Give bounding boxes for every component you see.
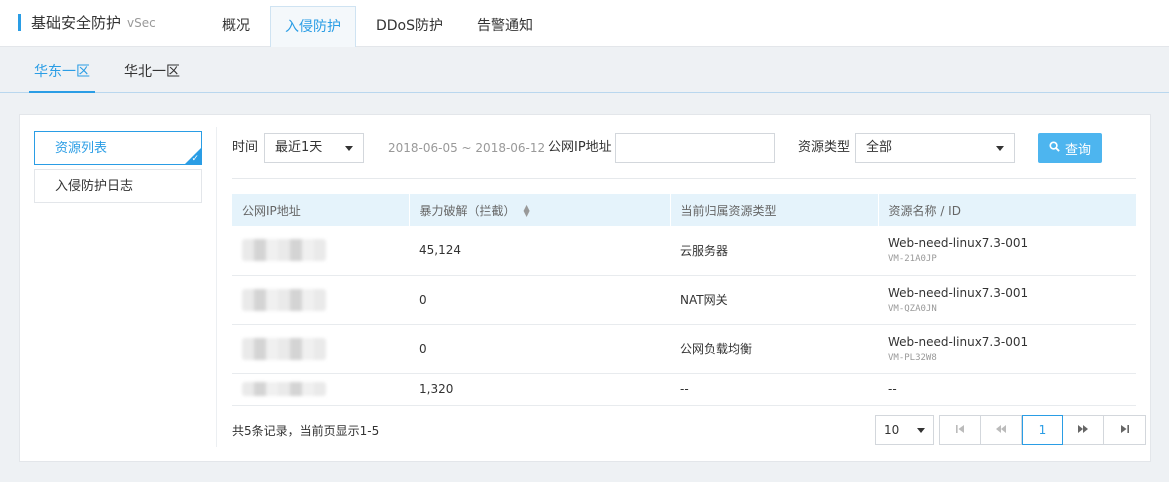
cell-type: NAT网关	[670, 275, 878, 325]
first-page-button[interactable]	[940, 416, 981, 444]
cell-resource: Web-need-linux7.3-001 VM-PL32W8	[878, 324, 1136, 374]
region-tabs: 华东一区 华北一区	[0, 47, 1169, 93]
top-bar: 基础安全防护 vSec 概况 入侵防护 DDoS防护 告警通知	[0, 0, 1169, 48]
region-tab-north-1[interactable]: 华北一区	[119, 47, 185, 93]
tab-intrusion-protection[interactable]: 入侵防护	[270, 6, 356, 48]
column-header-brute-force[interactable]: 暴力破解（拦截） ▲ ▼	[409, 194, 671, 226]
next-page-button[interactable]	[1063, 416, 1104, 444]
time-label: 时间	[232, 140, 259, 155]
last-page-button[interactable]	[1104, 416, 1145, 444]
resource-id: VM-QZA0JN	[888, 303, 937, 314]
record-count: 共5条记录，当前页显示1-5	[232, 424, 380, 438]
resource-table: 公网IP地址 暴力破解（拦截） ▲ ▼ 当前归属资源类型 资源名称 / ID 45,…	[232, 194, 1136, 406]
cell-resource: Web-need-linux7.3-001 VM-QZA0JN	[878, 275, 1136, 325]
cell-ip	[232, 226, 409, 276]
cell-resource-name: --	[878, 373, 1136, 406]
time-select[interactable]: 最近1天	[264, 133, 364, 163]
filter-divider	[232, 178, 1136, 179]
search-button-label: 查询	[1065, 142, 1092, 158]
last-page-icon	[1120, 425, 1129, 433]
time-select-value: 最近1天	[275, 140, 323, 155]
redacted-ip	[242, 337, 326, 360]
search-button[interactable]: 查询	[1038, 133, 1103, 163]
filter-bar: 时间 最近1天 2018-06-05 ~ 2018-06-12 公网IP地址 资…	[232, 133, 1136, 163]
cell-type: 云服务器	[670, 226, 878, 276]
resource-id: VM-PL32W8	[888, 352, 937, 363]
prev-page-icon	[996, 425, 1006, 433]
vertical-divider	[216, 127, 217, 447]
region-tab-east-1[interactable]: 华东一区	[29, 47, 95, 93]
public-ip-input[interactable]	[615, 133, 775, 163]
brand-accent-bar	[18, 13, 21, 31]
table-header-row: 公网IP地址 暴力破解（拦截） ▲ ▼ 当前归属资源类型 资源名称 / ID	[232, 194, 1136, 226]
tab-alert-notification[interactable]: 告警通知	[463, 6, 547, 47]
column-header-resource-type: 当前归属资源类型	[670, 194, 879, 226]
app-subtitle: vSec	[127, 16, 156, 30]
redacted-ip	[242, 382, 326, 396]
cell-ip	[232, 373, 409, 406]
cell-type: --	[670, 373, 878, 406]
side-item-intrusion-log[interactable]: 入侵防护日志	[34, 169, 202, 203]
side-menu: 资源列表 ✓ 入侵防护日志	[34, 131, 202, 203]
cell-count: 0	[409, 275, 670, 325]
column-header-label: 暴力破解（拦截）	[419, 203, 516, 218]
resource-type-value: 全部	[866, 140, 893, 155]
table-row: 0 公网负载均衡 Web-need-linux7.3-001 VM-PL32W8	[232, 324, 1136, 374]
cell-count: 1,320	[409, 373, 670, 406]
check-icon: ✓	[191, 154, 199, 164]
next-page-icon	[1078, 425, 1088, 433]
column-header-resource-name: 资源名称 / ID	[878, 194, 1136, 226]
page-button-current[interactable]: 1	[1022, 415, 1063, 445]
resource-type-select[interactable]: 全部	[855, 133, 1015, 163]
app-title: 基础安全防护	[31, 13, 122, 32]
cell-type: 公网负载均衡	[670, 324, 878, 374]
table-row: 1,320 -- --	[232, 373, 1136, 406]
sort-icon[interactable]: ▲ ▼	[524, 204, 530, 218]
first-page-icon	[956, 425, 964, 433]
resource-name: Web-need-linux7.3-001	[888, 285, 1029, 300]
side-item-label: 资源列表	[55, 141, 108, 156]
page-size-select[interactable]: 10	[875, 415, 934, 445]
table-row: 0 NAT网关 Web-need-linux7.3-001 VM-QZA0JN	[232, 275, 1136, 325]
cell-count: 45,124	[409, 226, 670, 276]
resource-id: VM-21A0JP	[888, 254, 937, 265]
chevron-down-icon	[996, 146, 1004, 151]
cell-ip	[232, 324, 409, 374]
column-header-ip: 公网IP地址	[232, 194, 410, 226]
pagination: 1	[939, 415, 1146, 445]
tab-overview[interactable]: 概况	[208, 6, 264, 47]
redacted-ip	[242, 239, 326, 262]
tab-ddos-protection[interactable]: DDoS防护	[362, 6, 457, 47]
brand: 基础安全防护 vSec	[18, 11, 156, 33]
chevron-down-icon	[345, 146, 353, 151]
main-panel: 资源列表 ✓ 入侵防护日志 时间 最近1天 2018-06-05 ~ 2018-…	[19, 114, 1151, 462]
chevron-down-icon	[917, 428, 925, 433]
redacted-ip	[242, 288, 326, 311]
date-range: 2018-06-05 ~ 2018-06-12	[388, 141, 546, 155]
resource-name: Web-need-linux7.3-001	[888, 236, 1029, 251]
resource-type-label: 资源类型	[798, 140, 851, 155]
cell-ip	[232, 275, 409, 325]
side-item-resource-list[interactable]: 资源列表 ✓	[34, 131, 202, 165]
cell-resource: Web-need-linux7.3-001 VM-21A0JP	[878, 226, 1136, 276]
public-ip-label: 公网IP地址	[548, 140, 612, 155]
cell-count: 0	[409, 324, 670, 374]
side-item-label: 入侵防护日志	[55, 179, 134, 194]
prev-page-button[interactable]	[981, 416, 1022, 444]
table-row: 45,124 云服务器 Web-need-linux7.3-001 VM-21A…	[232, 226, 1136, 276]
page-size-value: 10	[884, 423, 900, 437]
search-icon	[1049, 140, 1060, 156]
main-tabs: 概况 入侵防护 DDoS防护 告警通知	[208, 6, 553, 48]
resource-name: Web-need-linux7.3-001	[888, 334, 1029, 349]
